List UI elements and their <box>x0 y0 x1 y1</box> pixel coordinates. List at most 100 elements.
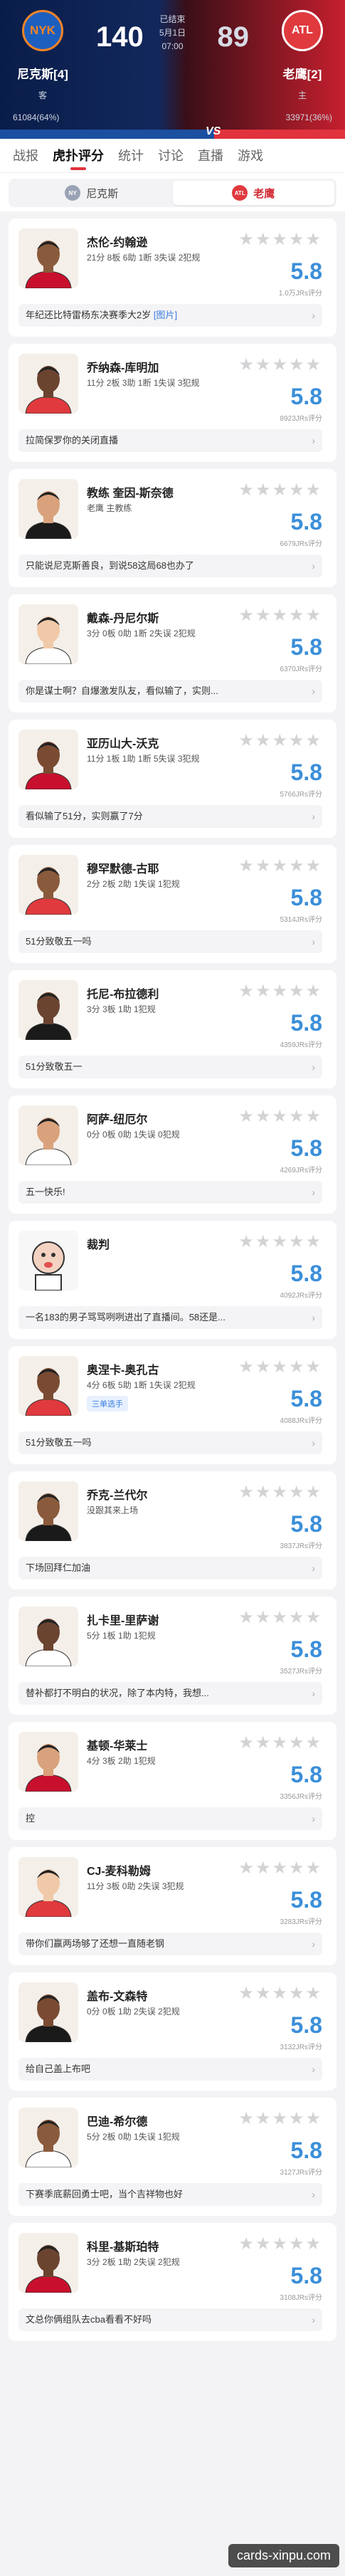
player-avatar[interactable] <box>18 1356 78 1416</box>
rating-stars-icon[interactable]: ★★★★★ <box>238 1735 322 1752</box>
toggle-hawks[interactable]: ATL 老鹰 <box>172 181 334 205</box>
away-team[interactable]: ATL 老鹰[2] 主 <box>260 10 345 101</box>
top-comment[interactable]: 51分致敬五一 › <box>18 1056 322 1078</box>
player-name[interactable]: 基顿-华莱士 <box>87 1736 147 1753</box>
rating-stars-icon[interactable]: ★★★★★ <box>238 1609 322 1626</box>
top-comment[interactable]: 下场回拜仁加油 › <box>18 1557 322 1579</box>
player-card[interactable]: 戴森-丹尼尔斯 3分 0板 0助 1断 2失误 2犯规 ★★★★★ 5.8 6370JR… <box>9 594 336 713</box>
player-avatar[interactable] <box>18 855 78 915</box>
player-card[interactable]: 乔纳森-库明加 11分 2板 3助 1断 1失误 3犯规 ★★★★★ 5.8 8923J… <box>9 344 336 462</box>
tab-5[interactable]: 游戏 <box>238 139 263 173</box>
player-card[interactable]: 裁判 ★★★★★ 5.8 4092JRs评分 一名183的男子骂骂咧咧进出了直播间。58… <box>9 1221 336 1339</box>
tab-1[interactable]: 虎扑评分 <box>53 139 104 173</box>
rating-stars-icon[interactable]: ★★★★★ <box>238 1359 322 1376</box>
player-card[interactable]: 扎卡里-里萨谢 5分 1板 1助 1犯规 ★★★★★ 5.8 3527JRs评分 替补都打… <box>9 1597 336 1715</box>
player-avatar[interactable] <box>18 980 78 1040</box>
top-comment[interactable]: 五一快乐! › <box>18 1181 322 1204</box>
player-name[interactable]: 阿萨-纽厄尔 <box>87 1110 147 1127</box>
player-avatar[interactable] <box>18 1607 78 1666</box>
rating-stars-icon[interactable]: ★★★★★ <box>238 2236 322 2253</box>
rating-stars-icon[interactable]: ★★★★★ <box>238 231 322 248</box>
player-card[interactable]: 盖布-文森特 0分 0板 1助 2失误 2犯规 ★★★★★ 5.8 3132JRs评分给… <box>9 1972 336 2091</box>
rating-stars-icon[interactable]: ★★★★★ <box>238 1234 322 1251</box>
top-comment[interactable]: 拉简保罗你的关闭直播 › <box>18 429 322 452</box>
top-comment[interactable]: 年纪还比特雷杨东决赛季大2岁 [图片] › <box>18 304 322 327</box>
player-name[interactable]: 裁判 <box>87 1235 110 1252</box>
home-team[interactable]: NYK 尼克斯[4] 客 <box>0 10 85 101</box>
player-name[interactable]: 乔克-兰代尔 <box>87 1486 147 1503</box>
toggle-knicks[interactable]: NY 尼克斯 <box>11 181 173 205</box>
player-name[interactable]: CJ-麦科勒姆 <box>87 1861 151 1878</box>
player-avatar[interactable] <box>18 1481 78 1541</box>
top-comment[interactable]: 带你们赢两场够了还想一直随老钢 › <box>18 1933 322 1955</box>
top-comment[interactable]: 替补都打不明白的状况，除了本内特，我想... › <box>18 1682 322 1705</box>
player-name[interactable]: 亚历山大-沃克 <box>87 734 159 751</box>
player-avatar[interactable] <box>18 1231 78 1290</box>
top-comment[interactable]: 一名183的男子骂骂咧咧进出了直播间。58还是... › <box>18 1306 322 1329</box>
player-name[interactable]: 托尼-布拉德利 <box>87 984 159 1002</box>
player-name[interactable]: 教练 奎因-斯奈德 <box>87 483 174 500</box>
player-avatar[interactable] <box>18 730 78 789</box>
player-avatar[interactable] <box>18 1732 78 1792</box>
rating-stars-icon[interactable]: ★★★★★ <box>238 1985 322 2002</box>
rating-stars-icon[interactable]: ★★★★★ <box>238 732 322 750</box>
player-rating: 5.8 <box>290 2263 322 2288</box>
rating-stars-icon[interactable]: ★★★★★ <box>238 1484 322 1501</box>
player-name[interactable]: 科里-基斯珀特 <box>87 2237 159 2254</box>
player-name[interactable]: 奥涅卡-奥孔古 <box>87 1360 159 1377</box>
rating-stars-icon[interactable]: ★★★★★ <box>238 357 322 374</box>
player-avatar[interactable] <box>18 1982 78 2042</box>
player-avatar[interactable] <box>18 354 78 414</box>
player-card[interactable]: 教练 奎因-斯奈德 老鹰 主教练 ★★★★★ 5.8 6679JRs评分 只能说尼克斯善良… <box>9 469 336 587</box>
rating-stars-icon[interactable]: ★★★★★ <box>238 2110 322 2128</box>
top-comment[interactable]: 文总你俩组队去cba看看不好吗 › <box>18 2308 322 2331</box>
tab-3[interactable]: 讨论 <box>158 139 184 173</box>
rating-stars-icon[interactable]: ★★★★★ <box>238 983 322 1000</box>
rating-stars-icon[interactable]: ★★★★★ <box>238 607 322 624</box>
player-card[interactable]: 托尼-布拉德利 3分 3板 1助 1犯规 ★★★★★ 5.8 4359JRs评分 51分致… <box>9 970 336 1088</box>
top-comment[interactable]: 给自己盖上布吧 › <box>18 2058 322 2081</box>
player-name[interactable]: 戴森-丹尼尔斯 <box>87 609 159 626</box>
player-card[interactable]: 阿萨-纽厄尔 0分 0板 0助 1失误 0犯规 ★★★★★ 5.8 4269JRs评分五… <box>9 1095 336 1214</box>
player-avatar[interactable] <box>18 604 78 664</box>
player-avatar[interactable] <box>18 1857 78 1917</box>
player-card[interactable]: 巴迪-希尔德 5分 2板 0助 1失误 1犯规 ★★★★★ 5.8 3127JRs评分下… <box>9 2098 336 2216</box>
player-card[interactable]: 亚历山大-沃克 11分 1板 1助 1断 5失误 3犯规 ★★★★★ 5.8 5766J… <box>9 720 336 838</box>
rating-stars-icon[interactable]: ★★★★★ <box>238 1860 322 1877</box>
player-name[interactable]: 扎卡里-里萨谢 <box>87 1611 159 1628</box>
rating-stars-icon[interactable]: ★★★★★ <box>238 858 322 875</box>
top-comment[interactable]: 你是谋士啊？自爆激发队友，看似输了，实则... › <box>18 680 322 703</box>
top-comment[interactable]: 下赛季底薪回勇士吧，当个吉祥物也好 › <box>18 2183 322 2206</box>
player-avatar[interactable] <box>18 1105 78 1165</box>
away-support-bar[interactable] <box>214 130 345 139</box>
comment-image-link[interactable]: [图片] <box>154 310 177 320</box>
player-card[interactable]: 杰伦-约翰逊 21分 8板 6助 1断 3失误 2犯规 ★★★★★ 5.8 1.0万JR… <box>9 219 336 337</box>
player-avatar[interactable] <box>18 479 78 539</box>
player-card[interactable]: 乔克-兰代尔 没跟其来上场 ★★★★★ 5.8 3837JRs评分 下场回拜仁加油 › <box>9 1471 336 1589</box>
player-card[interactable]: 科里-基斯珀特 3分 2板 1助 2失误 2犯规 ★★★★★ 5.8 3108JRs评分… <box>9 2223 336 2341</box>
player-name[interactable]: 穆罕默德-古耶 <box>87 859 159 876</box>
player-avatar[interactable] <box>18 2233 78 2293</box>
comment-text: 只能说尼克斯善良，到说58这局68也办了 <box>26 560 194 571</box>
player-card[interactable]: 基顿-华莱士 4分 3板 2助 1犯规 ★★★★★ 5.8 3356JRs评分控 › <box>9 1722 336 1840</box>
top-comment[interactable]: 控 › <box>18 1807 322 1830</box>
top-comment[interactable]: 只能说尼克斯善良，到说58这局68也办了 › <box>18 554 322 577</box>
top-comment[interactable]: 51分致敬五一吗 › <box>18 1431 322 1454</box>
top-comment[interactable]: 51分致敬五一吗 › <box>18 930 322 953</box>
player-card[interactable]: 奥涅卡-奥孔古 4分 6板 5助 1断 1失误 2犯规 三单选手 ★★★★★ 5.8 40… <box>9 1346 336 1464</box>
player-avatar[interactable] <box>18 2108 78 2167</box>
tab-2[interactable]: 统计 <box>118 139 144 173</box>
rating-stars-icon[interactable]: ★★★★★ <box>238 482 322 499</box>
player-avatar[interactable] <box>18 228 78 288</box>
top-comment[interactable]: 看似输了51分，实则赢了7分 › <box>18 805 322 828</box>
player-name[interactable]: 巴迪-希尔德 <box>87 2112 147 2129</box>
tab-0[interactable]: 战报 <box>13 139 38 173</box>
home-support-bar[interactable] <box>0 130 214 139</box>
rating-stars-icon[interactable]: ★★★★★ <box>238 1108 322 1125</box>
tab-4[interactable]: 直播 <box>198 139 223 173</box>
player-name[interactable]: 盖布-文森特 <box>87 1987 147 2004</box>
player-card[interactable]: 穆罕默德-古耶 2分 2板 2助 1失误 1犯规 ★★★★★ 5.8 5314JRs评分… <box>9 845 336 963</box>
player-name[interactable]: 乔纳森-库明加 <box>87 358 159 375</box>
player-name[interactable]: 杰伦-约翰逊 <box>87 233 147 250</box>
player-card[interactable]: CJ-麦科勒姆 11分 3板 0助 2失误 3犯规 ★★★★★ 5.8 3283JRs评… <box>9 1847 336 1965</box>
